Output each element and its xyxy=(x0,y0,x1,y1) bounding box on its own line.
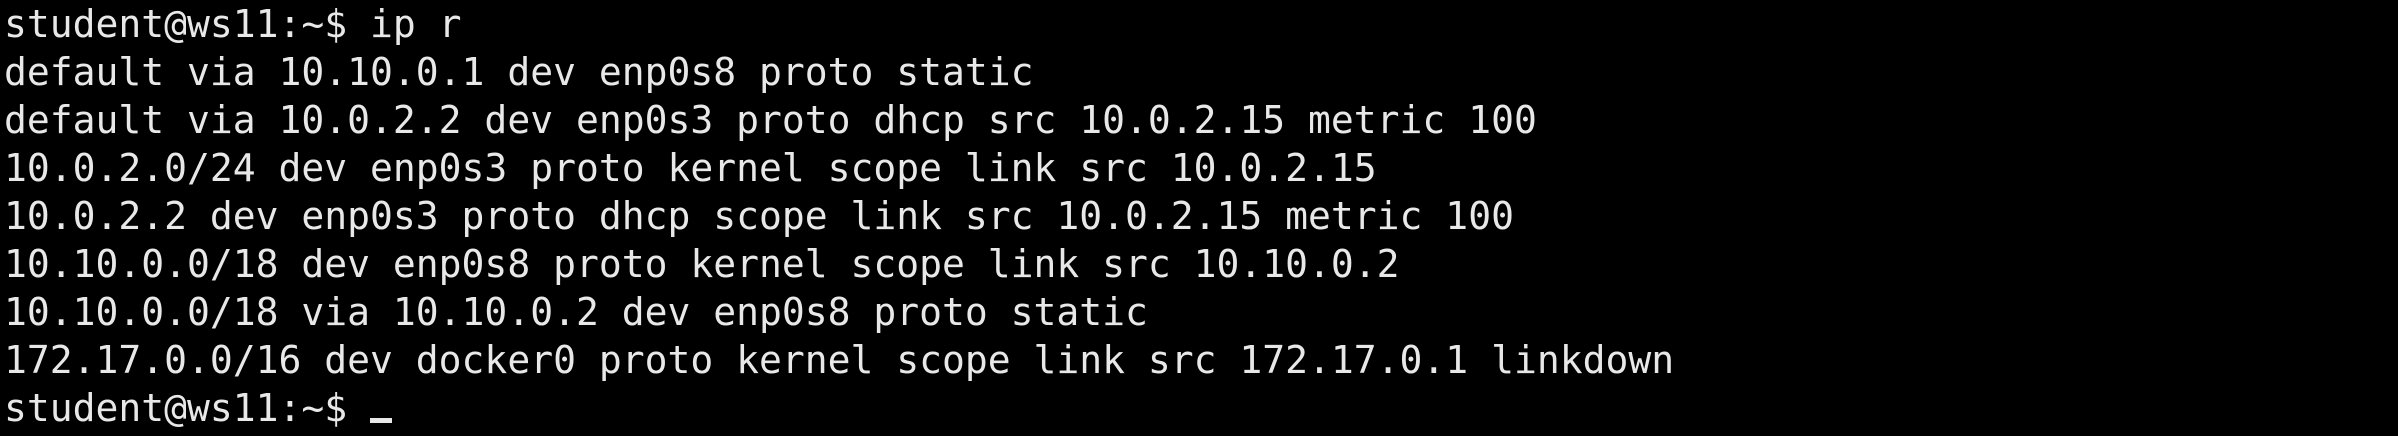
shell-prompt: student@ws11:~$ xyxy=(4,2,371,46)
shell-prompt: student@ws11:~$ xyxy=(4,386,371,430)
command-line: student@ws11:~$ ip r xyxy=(4,0,2398,48)
output-line: 10.0.2.2 dev enp0s3 proto dhcp scope lin… xyxy=(4,194,1514,238)
output-line: 10.0.2.0/24 dev enp0s3 proto kernel scop… xyxy=(4,146,1377,190)
text-cursor xyxy=(370,418,393,423)
output-line: 10.10.0.0/18 via 10.10.0.2 dev enp0s8 pr… xyxy=(4,290,1148,334)
output-line: 10.10.0.0/18 dev enp0s8 proto kernel sco… xyxy=(4,242,1400,286)
input-line[interactable]: student@ws11:~$ xyxy=(4,384,2398,432)
output-line: default via 10.10.0.1 dev enp0s8 proto s… xyxy=(4,50,1034,94)
command-text: ip r xyxy=(370,2,462,46)
terminal-window[interactable]: student@ws11:~$ ip r default via 10.10.0… xyxy=(0,0,2398,436)
output-line: default via 10.0.2.2 dev enp0s3 proto dh… xyxy=(4,98,1537,142)
output-line: 172.17.0.0/16 dev docker0 proto kernel s… xyxy=(4,338,1675,382)
